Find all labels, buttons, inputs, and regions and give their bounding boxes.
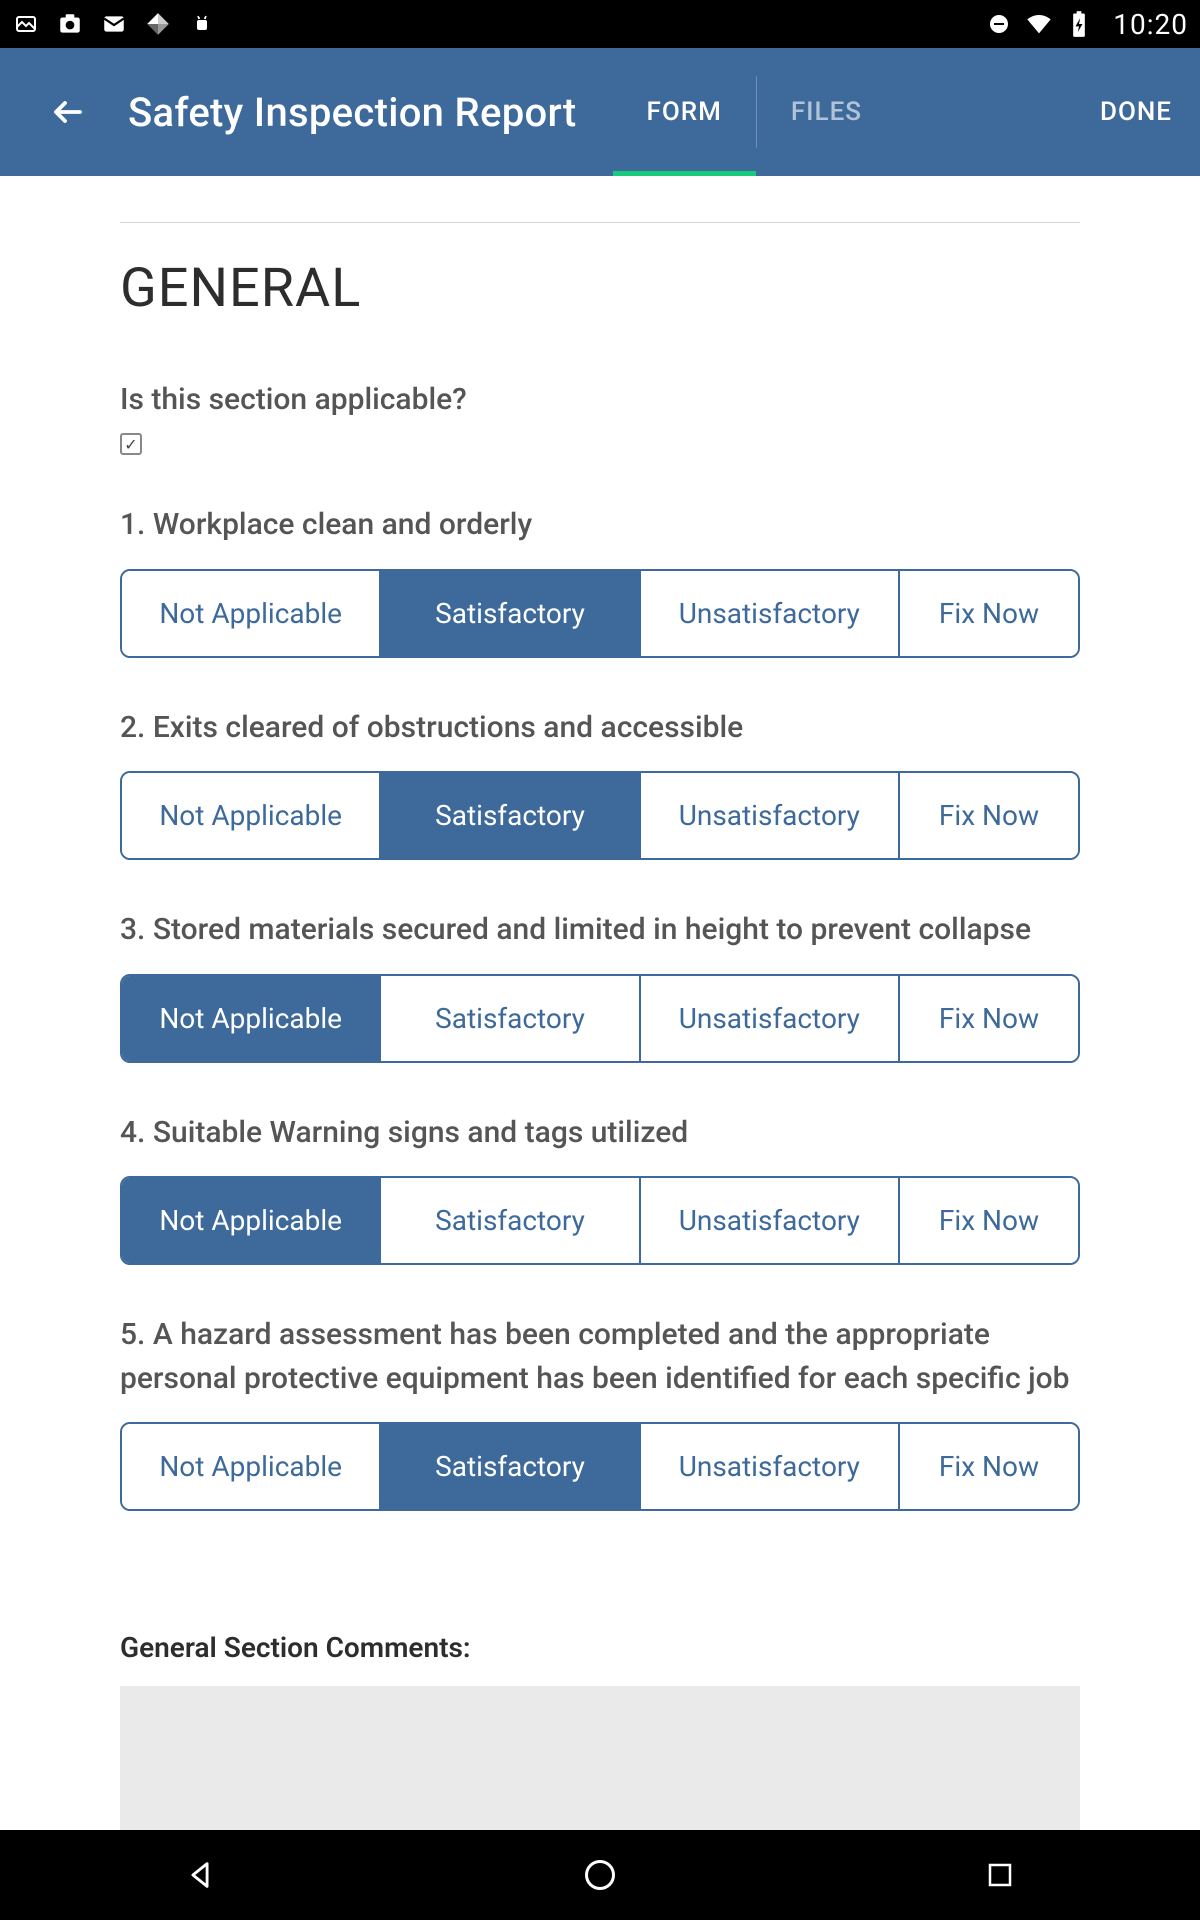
option-unsat[interactable]: Unsatisfactory [639, 1424, 898, 1509]
pinwheel-icon [144, 10, 172, 38]
image-icon [12, 10, 40, 38]
nav-back-button[interactable] [178, 1853, 222, 1897]
done-button[interactable]: DONE [1100, 97, 1172, 127]
option-sat[interactable]: Satisfactory [379, 1424, 638, 1509]
option-fix[interactable]: Fix Now [898, 976, 1078, 1061]
option-sat[interactable]: Satisfactory [379, 571, 638, 656]
question-block: 5. A hazard assessment has been complete… [120, 1313, 1080, 1511]
question-block: 3. Stored materials secured and limited … [120, 908, 1080, 1063]
option-sat[interactable]: Satisfactory [379, 773, 638, 858]
content-area: GENERAL Is this section applicable? ✓ 1.… [0, 222, 1200, 1836]
nav-recent-button[interactable] [978, 1853, 1022, 1897]
option-na[interactable]: Not Applicable [122, 773, 379, 858]
done-label: DONE [1100, 97, 1172, 127]
app-bar: Safety Inspection Report FORM FILES DONE [0, 48, 1200, 176]
dnd-icon [985, 10, 1013, 38]
tab-form-label: FORM [647, 97, 722, 127]
question-label: 2. Exits cleared of obstructions and acc… [120, 706, 1080, 750]
option-group: Not ApplicableSatisfactoryUnsatisfactory… [120, 1176, 1080, 1265]
navigation-bar [0, 1830, 1200, 1920]
option-unsat[interactable]: Unsatisfactory [639, 976, 898, 1061]
comments-label: General Section Comments: [120, 1631, 1080, 1664]
option-fix[interactable]: Fix Now [898, 1178, 1078, 1263]
android-icon [188, 10, 216, 38]
comments-input[interactable] [120, 1686, 1080, 1836]
wifi-icon [1025, 10, 1053, 38]
option-sat[interactable]: Satisfactory [379, 1178, 638, 1263]
option-fix[interactable]: Fix Now [898, 773, 1078, 858]
option-group: Not ApplicableSatisfactoryUnsatisfactory… [120, 569, 1080, 658]
page-title: Safety Inspection Report [128, 89, 577, 136]
option-unsat[interactable]: Unsatisfactory [639, 1178, 898, 1263]
option-group: Not ApplicableSatisfactoryUnsatisfactory… [120, 771, 1080, 860]
option-group: Not ApplicableSatisfactoryUnsatisfactory… [120, 1422, 1080, 1511]
status-time: 10:20 [1113, 8, 1188, 41]
option-na[interactable]: Not Applicable [122, 1178, 379, 1263]
question-block: 1. Workplace clean and orderly Not Applic… [120, 503, 1080, 658]
check-icon: ✓ [124, 435, 137, 454]
question-block: 4. Suitable Warning signs and tags utili… [120, 1111, 1080, 1266]
option-fix[interactable]: Fix Now [898, 571, 1078, 656]
tab-files-label: FILES [791, 97, 862, 127]
question-label: 1. Workplace clean and orderly [120, 503, 1080, 547]
status-bar: 10:20 [0, 0, 1200, 48]
option-sat[interactable]: Satisfactory [379, 976, 638, 1061]
option-group: Not ApplicableSatisfactoryUnsatisfactory… [120, 974, 1080, 1063]
nav-home-button[interactable] [578, 1853, 622, 1897]
question-label: 3. Stored materials secured and limited … [120, 908, 1080, 952]
question-label: 5. A hazard assessment has been complete… [120, 1313, 1080, 1400]
tab-form[interactable]: FORM [613, 48, 756, 176]
battery-charging-icon [1065, 10, 1093, 38]
question-block: 2. Exits cleared of obstructions and acc… [120, 706, 1080, 861]
option-fix[interactable]: Fix Now [898, 1424, 1078, 1509]
option-na[interactable]: Not Applicable [122, 976, 379, 1061]
option-unsat[interactable]: Unsatisfactory [639, 571, 898, 656]
mail-icon [100, 10, 128, 38]
camera-icon [56, 10, 84, 38]
option-unsat[interactable]: Unsatisfactory [639, 773, 898, 858]
applicable-checkbox[interactable]: ✓ [120, 433, 142, 455]
tab-files[interactable]: FILES [757, 48, 896, 176]
option-na[interactable]: Not Applicable [122, 1424, 379, 1509]
question-label: 4. Suitable Warning signs and tags utili… [120, 1111, 1080, 1155]
section-title: GENERAL [120, 257, 1080, 320]
section-divider [120, 222, 1080, 223]
back-button[interactable] [44, 88, 92, 136]
option-na[interactable]: Not Applicable [122, 571, 379, 656]
applicable-label: Is this section applicable? [120, 382, 1080, 417]
